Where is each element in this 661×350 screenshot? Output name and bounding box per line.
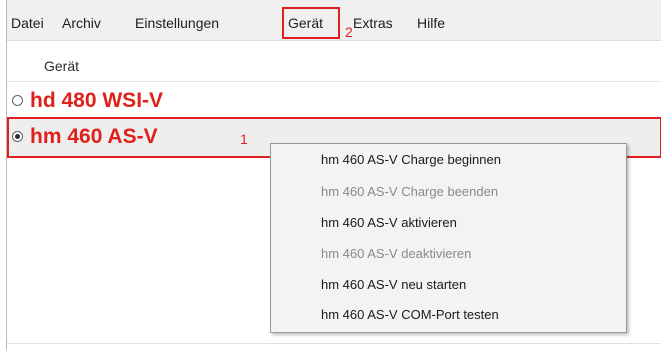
menu-einstellungen[interactable]: Einstellungen [135, 14, 219, 32]
ctx-aktivieren[interactable]: hm 460 AS-V aktivieren [321, 215, 457, 231]
ctx-neu-starten[interactable]: hm 460 AS-V neu starten [321, 277, 466, 293]
menu-datei[interactable]: Datei [11, 14, 44, 32]
radio-selected[interactable] [12, 131, 23, 142]
menu-extras[interactable]: Extras [353, 14, 393, 32]
callout-marker-2: 2 [345, 24, 353, 40]
radio-unselected[interactable] [12, 95, 23, 106]
device-name: hm 460 AS-V [30, 125, 158, 148]
geraet-highlight-box [282, 7, 340, 39]
ctx-deaktivieren[interactable]: hm 460 AS-V deaktivieren [321, 246, 471, 262]
device-name: hd 480 WSI-V [30, 89, 164, 112]
ctx-charge-beenden[interactable]: hm 460 AS-V Charge beenden [321, 184, 498, 200]
menu-hilfe[interactable]: Hilfe [417, 14, 445, 32]
ctx-charge-beginnen[interactable]: hm 460 AS-V Charge beginnen [321, 152, 501, 168]
menu-bar: Datei Archiv Einstellungen Gerät Extras … [7, 0, 661, 41]
list-item[interactable]: hd 480 WSI-V [7, 85, 661, 117]
context-menu: hm 460 AS-V Charge beginnen hm 460 AS-V … [270, 143, 627, 333]
divider [7, 343, 661, 344]
app-window: Datei Archiv Einstellungen Gerät Extras … [6, 0, 661, 350]
list-header: Gerät [7, 51, 661, 82]
column-header-geraet[interactable]: Gerät [44, 58, 79, 74]
menu-archiv[interactable]: Archiv [62, 14, 101, 32]
callout-marker-1: 1 [240, 131, 248, 147]
ctx-com-port-testen[interactable]: hm 460 AS-V COM-Port testen [321, 307, 499, 323]
